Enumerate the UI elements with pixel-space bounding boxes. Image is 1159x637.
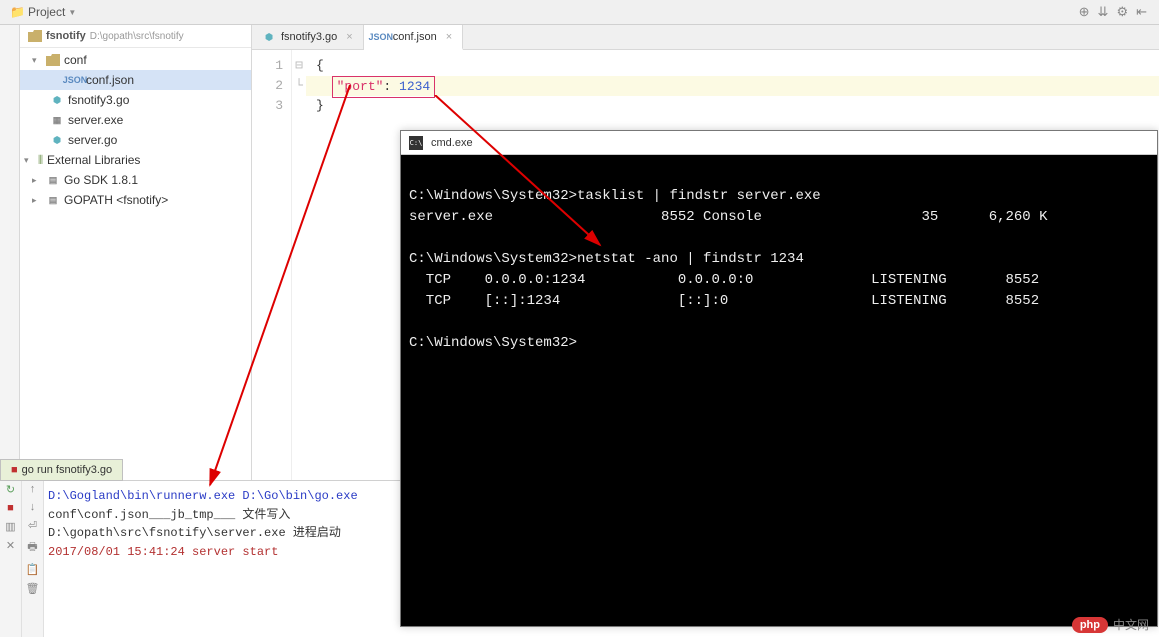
- folder-icon: 📁: [10, 5, 25, 19]
- php-badge: php: [1072, 617, 1108, 633]
- tree-label: conf: [64, 53, 87, 67]
- tree-gopath[interactable]: ▸ ▤ GOPATH <fsnotify>: [20, 190, 251, 210]
- project-tree: ▾ conf JSON conf.json ⬢ fsnotify3.go ▦ s…: [20, 48, 251, 212]
- down-icon[interactable]: ↓: [30, 501, 36, 513]
- stop-button[interactable]: ■: [7, 502, 14, 514]
- tree-label: server.go: [68, 133, 117, 147]
- console-line: D:\gopath\src\fsnotify\server.exe 进程启动: [48, 524, 396, 543]
- console-line: conf\conf.json___jb_tmp___ 文件写入: [48, 506, 396, 525]
- json-colon: :: [383, 79, 399, 94]
- tree-label: server.exe: [68, 113, 123, 127]
- go-icon: ⬢: [50, 93, 64, 107]
- chevron-right-icon: ▸: [32, 195, 42, 206]
- tree-label: GOPATH <fsnotify>: [64, 193, 168, 207]
- chevron-down-icon: ▾: [32, 55, 42, 66]
- target-icon[interactable]: ⊕: [1079, 4, 1090, 20]
- fold-gutter: ⊟ └: [292, 50, 306, 480]
- watermark: php 中文网: [1072, 616, 1149, 633]
- stop-icon: ■: [11, 464, 18, 476]
- line-number: 1: [252, 56, 283, 76]
- tree-file-server-exe[interactable]: ▦ server.exe: [20, 110, 251, 130]
- top-toolbar: 📁 Project ▼ ⊕ ⇊ ⚙ ⇤: [0, 0, 1159, 25]
- code-brace: }: [316, 98, 324, 113]
- tab-conf-json[interactable]: JSON conf.json ×: [364, 25, 463, 50]
- fold-icon[interactable]: ⊟: [292, 56, 306, 76]
- code-brace: {: [316, 58, 324, 73]
- project-dropdown[interactable]: 📁 Project ▼: [4, 3, 82, 21]
- console-output[interactable]: D:\Gogland\bin\runnerw.exe D:\Go\bin\go.…: [44, 481, 400, 637]
- terminal-body[interactable]: C:\Windows\System32>tasklist | findstr s…: [401, 155, 1157, 626]
- chevron-down-icon: ▼: [68, 8, 76, 17]
- lib-icon: ▤: [46, 193, 60, 207]
- tree-external-libraries[interactable]: ▾ ⫴ External Libraries: [20, 150, 251, 170]
- line-numbers: 1 2 3: [252, 50, 292, 480]
- tree-label: conf.json: [86, 73, 134, 87]
- folder-icon: [46, 54, 60, 66]
- wrap-icon[interactable]: ⏎: [28, 519, 37, 532]
- print-icon[interactable]: 🖶: [27, 538, 37, 557]
- json-icon: JSON: [68, 73, 82, 87]
- up-icon[interactable]: ↑: [30, 483, 36, 495]
- run-toolbar-left: ↻ ■ ▥ ✕: [0, 481, 22, 637]
- close-icon[interactable]: ×: [346, 31, 352, 43]
- export-icon[interactable]: 📋: [26, 563, 40, 576]
- tree-file-fsnotify3-go[interactable]: ⬢ fsnotify3.go: [20, 90, 251, 110]
- line-number: 2: [252, 76, 283, 96]
- tree-go-sdk[interactable]: ▸ ▤ Go SDK 1.8.1: [20, 170, 251, 190]
- library-icon: ⫴: [38, 153, 43, 168]
- folder-icon: [28, 30, 42, 42]
- editor-tabs: ⬢ fsnotify3.go × JSON conf.json ×: [252, 25, 1159, 50]
- project-dropdown-label: Project: [28, 5, 65, 19]
- cmd-icon: C:\: [409, 136, 423, 150]
- tree-folder-conf[interactable]: ▾ conf: [20, 50, 251, 70]
- go-icon: ⬢: [262, 30, 276, 44]
- watermark-text: 中文网: [1113, 616, 1149, 633]
- run-panel: ■ go run fsnotify3.go ↻ ■ ▥ ✕ ↑ ↓ ⏎ 🖶 📋 …: [0, 480, 400, 637]
- project-name: fsnotify: [46, 30, 86, 42]
- terminal-titlebar[interactable]: C:\ cmd.exe: [401, 131, 1157, 155]
- line-number: 3: [252, 96, 283, 116]
- tree-label: fsnotify3.go: [68, 93, 129, 107]
- json-key: "port": [337, 79, 384, 94]
- hide-icon[interactable]: ⇤: [1136, 4, 1147, 20]
- project-path: D:\gopath\src\fsnotify: [90, 31, 184, 42]
- console-line: 2017/08/01 15:41:24 server start: [48, 543, 396, 562]
- breadcrumb[interactable]: fsnotify D:\gopath\src\fsnotify: [20, 25, 251, 48]
- run-tab[interactable]: ■ go run fsnotify3.go: [0, 459, 123, 481]
- go-icon: ⬢: [50, 133, 64, 147]
- exe-icon: ▦: [50, 113, 64, 127]
- project-panel: fsnotify D:\gopath\src\fsnotify ▾ conf J…: [20, 25, 252, 480]
- gear-icon[interactable]: ⚙: [1116, 4, 1128, 20]
- chevron-down-icon: ▾: [24, 155, 34, 166]
- layout-icon[interactable]: ▥: [5, 520, 15, 533]
- tree-file-server-go[interactable]: ⬢ server.go: [20, 130, 251, 150]
- tree-file-conf-json[interactable]: JSON conf.json: [20, 70, 251, 90]
- terminal-window: C:\ cmd.exe C:\Windows\System32>tasklist…: [400, 130, 1158, 627]
- left-gutter: [0, 25, 20, 480]
- tab-fsnotify3-go[interactable]: ⬢ fsnotify3.go ×: [252, 25, 364, 49]
- run-toolbar-right: ↑ ↓ ⏎ 🖶 📋 🗑: [22, 481, 44, 637]
- chevron-right-icon: ▸: [32, 175, 42, 186]
- sdk-icon: ▤: [46, 173, 60, 187]
- run-tab-label: go run fsnotify3.go: [22, 464, 113, 476]
- trash-icon[interactable]: 🗑: [26, 582, 40, 595]
- close-icon[interactable]: ×: [446, 31, 452, 43]
- tree-label: Go SDK 1.8.1: [64, 173, 138, 187]
- pin-icon[interactable]: ✕: [6, 539, 15, 552]
- terminal-title-label: cmd.exe: [431, 137, 473, 149]
- console-line: D:\Gogland\bin\runnerw.exe D:\Go\bin\go.…: [48, 487, 396, 506]
- collapse-icon[interactable]: ⇊: [1098, 4, 1109, 20]
- tab-label: conf.json: [393, 31, 437, 43]
- tab-label: fsnotify3.go: [281, 31, 337, 43]
- json-value: 1234: [399, 79, 430, 94]
- fold-end-icon: └: [292, 76, 306, 96]
- tree-label: External Libraries: [47, 153, 140, 167]
- json-icon: JSON: [374, 30, 388, 44]
- rerun-icon[interactable]: ↻: [6, 483, 15, 496]
